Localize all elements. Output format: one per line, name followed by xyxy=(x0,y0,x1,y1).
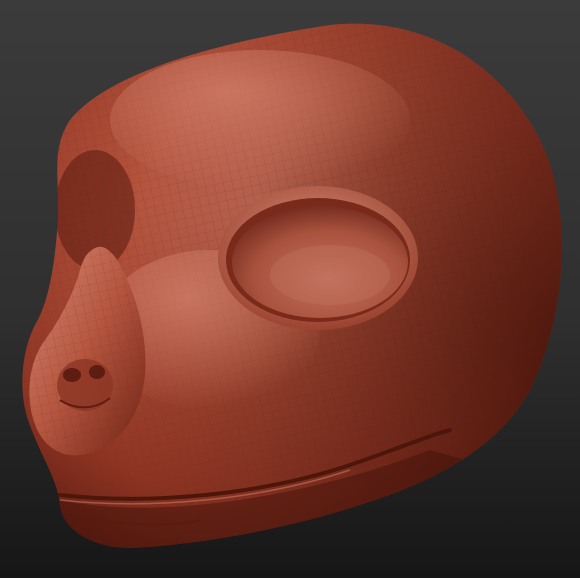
viewport-canvas[interactable] xyxy=(0,0,580,578)
eye-socket xyxy=(218,186,418,330)
sculpt-render xyxy=(22,23,562,548)
